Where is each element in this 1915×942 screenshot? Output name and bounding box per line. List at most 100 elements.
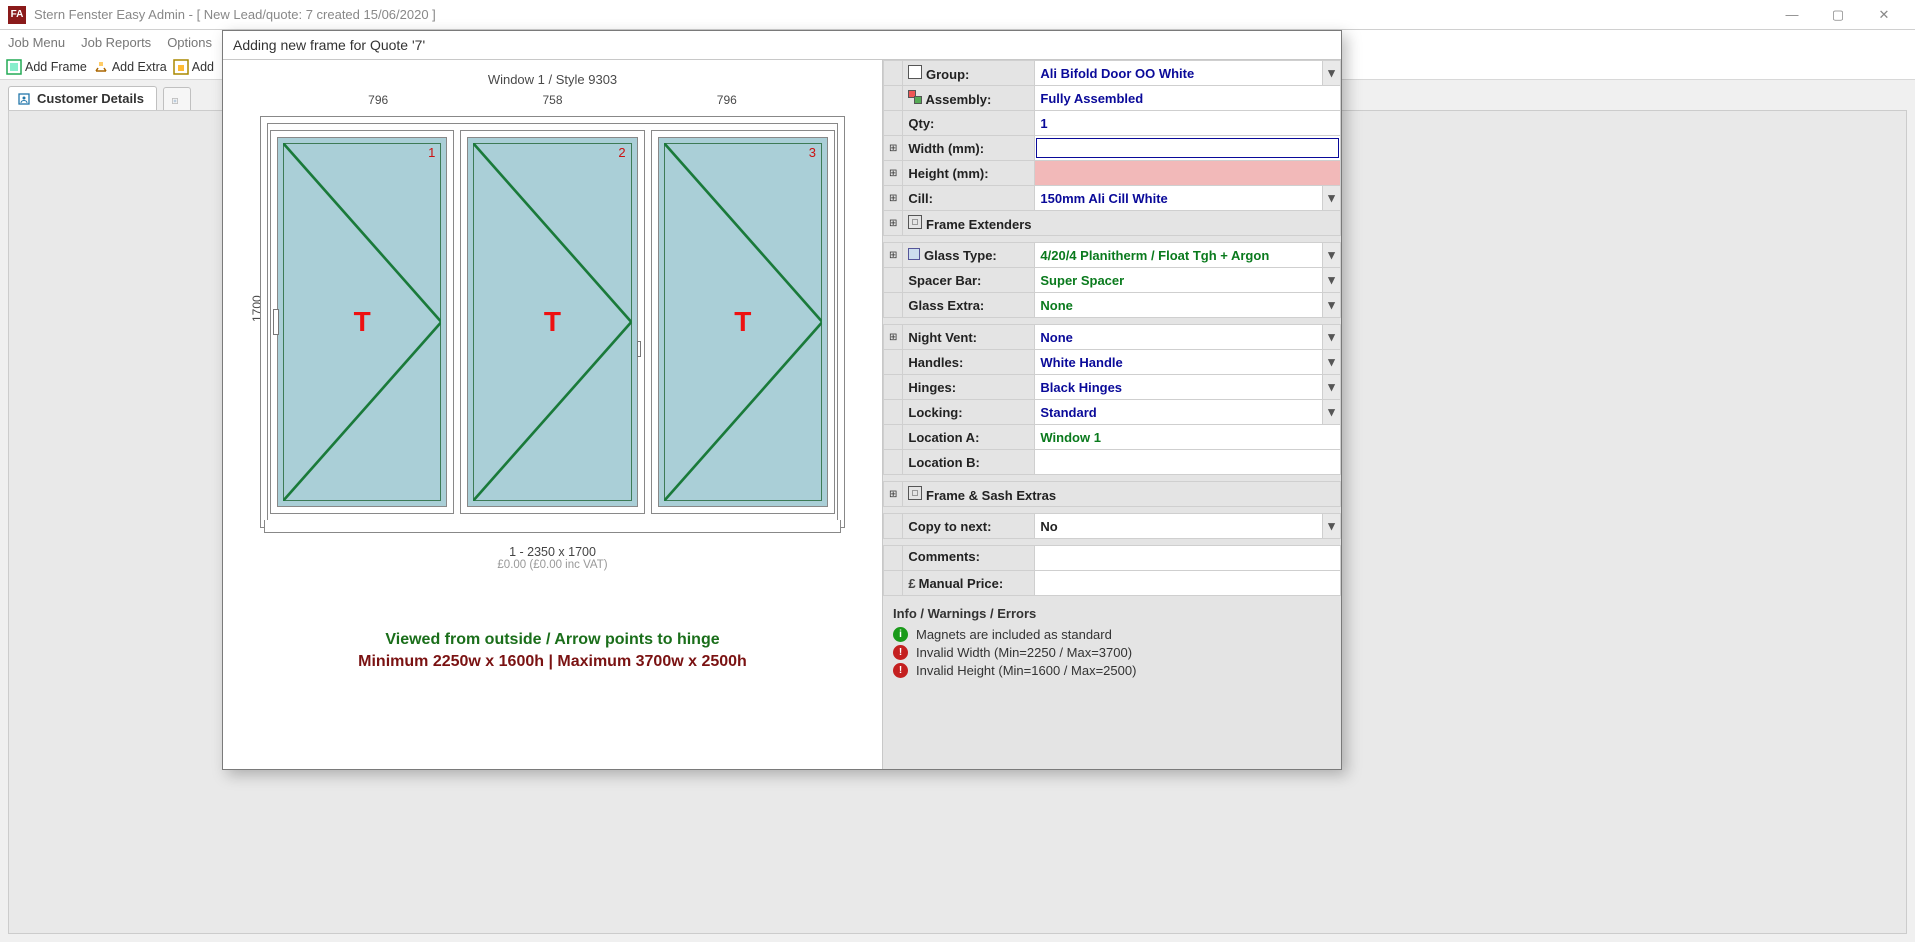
frame-extenders-icon	[908, 215, 922, 229]
toolbar-add-frame[interactable]: Add Frame	[6, 59, 87, 75]
toolbar-add-extra[interactable]: Add Extra	[93, 59, 167, 75]
chevron-down-icon[interactable]: ▾	[1322, 325, 1340, 349]
chevron-down-icon[interactable]: ▾	[1322, 61, 1340, 85]
chevron-down-icon[interactable]: ▾	[1322, 400, 1340, 424]
toolbar-add-extra-label: Add Extra	[112, 60, 167, 74]
info-row-1: ! Invalid Width (Min=2250 / Max=3700)	[893, 645, 1331, 660]
toolbar-add[interactable]: Add	[173, 59, 214, 75]
chevron-down-icon[interactable]: ▾	[1322, 350, 1340, 374]
assembly-icon	[908, 90, 922, 104]
group-icon	[908, 65, 922, 79]
chevron-down-icon[interactable]: ▾	[1322, 268, 1340, 292]
error-icon: !	[893, 645, 908, 660]
info-title: Info / Warnings / Errors	[893, 606, 1331, 621]
comments-input[interactable]	[1035, 546, 1341, 571]
assembly-label: Assembly:	[903, 86, 1035, 111]
hinges-label: Hinges:	[903, 375, 1035, 400]
sash-2: 2 T	[461, 131, 643, 513]
window-buttons: — ▢ ✕	[1769, 0, 1907, 30]
expand-frame-extenders-icon[interactable]: ⊞	[884, 211, 903, 236]
add-icon	[173, 59, 189, 75]
menu-job-menu[interactable]: Job Menu	[8, 35, 65, 50]
night-vent-value[interactable]: None▾	[1035, 325, 1341, 350]
copy-to-next-value[interactable]: No▾	[1035, 514, 1341, 539]
info-text-1: Invalid Width (Min=2250 / Max=3700)	[916, 645, 1132, 660]
locking-label: Locking:	[903, 400, 1035, 425]
maximize-button[interactable]: ▢	[1815, 0, 1861, 30]
qty-label: Qty:	[903, 111, 1035, 136]
sash-1: 1 T	[271, 131, 453, 513]
cill-value[interactable]: 150mm Ali Cill White▾	[1035, 186, 1341, 211]
glass-type-value[interactable]: 4/20/4 Planitherm / Float Tgh + Argon▾	[1035, 243, 1341, 268]
info-text-0: Magnets are included as standard	[916, 627, 1112, 642]
locking-value[interactable]: Standard▾	[1035, 400, 1341, 425]
sash-1-number: 1	[428, 145, 435, 160]
error-icon: !	[893, 663, 908, 678]
location-b-value[interactable]	[1035, 450, 1341, 475]
manual-price-label: £Manual Price:	[903, 571, 1035, 596]
lock-handle-icon	[637, 341, 641, 357]
width-input[interactable]	[1036, 138, 1339, 158]
add-frame-icon	[6, 59, 22, 75]
pound-icon: £	[908, 576, 915, 591]
frame-sash-extras-section[interactable]: Frame & Sash Extras	[903, 482, 1341, 507]
toolbar-add-frame-label: Add Frame	[25, 60, 87, 74]
sash-3: 3 T	[652, 131, 834, 513]
dialog-title: Adding new frame for Quote '7'	[223, 31, 1341, 60]
night-vent-label: Night Vent:	[903, 325, 1035, 350]
spacer-bar-value[interactable]: Super Spacer▾	[1035, 268, 1341, 293]
assembly-value[interactable]: Fully Assembled	[1035, 86, 1341, 111]
sash-3-t: T	[734, 306, 751, 338]
width-label: Width (mm):	[903, 136, 1035, 161]
location-a-value[interactable]: Window 1	[1035, 425, 1341, 450]
menu-job-reports[interactable]: Job Reports	[81, 35, 151, 50]
tab-secondary[interactable]	[163, 87, 191, 110]
copy-to-next-label: Copy to next:	[903, 514, 1035, 539]
expand-glass-type-icon[interactable]: ⊞	[884, 243, 903, 268]
frame-extenders-section[interactable]: Frame Extenders	[903, 211, 1341, 236]
expand-icon[interactable]	[884, 61, 903, 86]
handles-value[interactable]: White Handle▾	[1035, 350, 1341, 375]
chevron-down-icon[interactable]: ▾	[1322, 375, 1340, 399]
chevron-down-icon[interactable]: ▾	[1322, 514, 1340, 538]
group-label: Group:	[903, 61, 1035, 86]
handle-icon	[273, 309, 279, 335]
expand-height-icon[interactable]: ⊞	[884, 161, 903, 186]
close-button[interactable]: ✕	[1861, 0, 1907, 30]
width-input-cell	[1035, 136, 1341, 161]
add-frame-dialog: Adding new frame for Quote '7' Window 1 …	[222, 30, 1342, 770]
height-input[interactable]	[1035, 161, 1341, 186]
minmax-note: Minimum 2250w x 1600h | Maximum 3700w x …	[231, 653, 874, 671]
glass-type-label: Glass Type:	[903, 243, 1035, 268]
chevron-down-icon[interactable]: ▾	[1322, 186, 1340, 210]
manual-price-input[interactable]	[1035, 571, 1341, 596]
hinges-value[interactable]: Black Hinges▾	[1035, 375, 1341, 400]
qty-value[interactable]: 1	[1035, 111, 1341, 136]
handles-label: Handles:	[903, 350, 1035, 375]
chevron-down-icon[interactable]: ▾	[1322, 243, 1340, 267]
toolbar-add-label: Add	[192, 60, 214, 74]
expand-width-icon[interactable]: ⊞	[884, 136, 903, 161]
tab-customer-details[interactable]: Customer Details	[8, 86, 157, 110]
expand-cill-icon[interactable]: ⊞	[884, 186, 903, 211]
dim-1: 796	[368, 93, 388, 107]
info-row-0: i Magnets are included as standard	[893, 627, 1331, 642]
tab-secondary-icon	[172, 92, 178, 106]
dim-2: 758	[542, 93, 562, 107]
group-value[interactable]: Ali Bifold Door OO White▾	[1035, 61, 1341, 86]
spacer-bar-label: Spacer Bar:	[903, 268, 1035, 293]
sash-2-number: 2	[618, 145, 625, 160]
menu-options[interactable]: Options	[167, 35, 212, 50]
expand-frame-sash-icon[interactable]: ⊞	[884, 482, 903, 507]
view-note: Viewed from outside / Arrow points to hi…	[231, 631, 874, 649]
frame-sash-icon	[908, 486, 922, 500]
minimize-button[interactable]: —	[1769, 0, 1815, 30]
info-row-2: ! Invalid Height (Min=1600 / Max=2500)	[893, 663, 1331, 678]
glass-extra-value[interactable]: None▾	[1035, 293, 1341, 318]
sash-2-t: T	[544, 306, 561, 338]
tab-customer-label: Customer Details	[37, 91, 144, 106]
chevron-down-icon[interactable]: ▾	[1322, 293, 1340, 317]
titlebar: FA Stern Fenster Easy Admin - [ New Lead…	[0, 0, 1915, 30]
add-extra-icon	[93, 59, 109, 75]
expand-night-vent-icon[interactable]: ⊞	[884, 325, 903, 350]
